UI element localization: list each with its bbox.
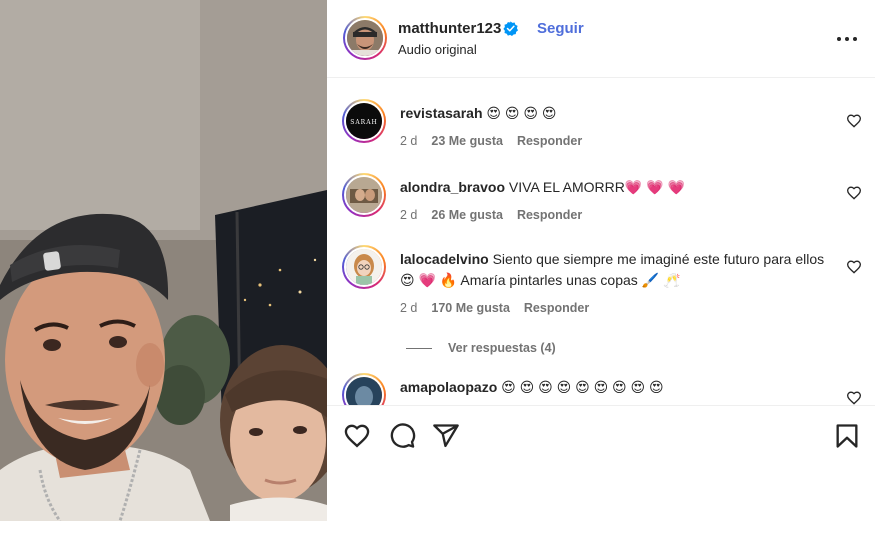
comment-likes[interactable]: 23 Me gusta — [431, 134, 503, 148]
verified-badge-icon — [503, 21, 518, 36]
comment-meta: 2 d 170 Me gusta Responder — [400, 301, 603, 315]
action-bar — [327, 405, 875, 465]
post-media[interactable] — [0, 0, 327, 521]
bookmark-icon[interactable] — [833, 422, 861, 450]
comment-likes[interactable]: 26 Me gusta — [431, 208, 503, 222]
comment-username[interactable]: lalocadelvino — [400, 251, 489, 267]
comment-age: 2 d — [400, 134, 418, 148]
comment-age: 2 d — [400, 301, 418, 315]
comment-username[interactable]: revistasarah — [400, 105, 483, 121]
comment-meta: 2 d 26 Me gusta Responder — [400, 208, 596, 222]
comment-icon[interactable] — [388, 422, 416, 450]
heart-icon[interactable] — [846, 259, 862, 275]
comment-age: 2 d — [400, 208, 418, 222]
audio-label[interactable]: Audio original — [398, 42, 477, 57]
author-avatar[interactable] — [343, 16, 387, 60]
commenter-avatar[interactable] — [342, 173, 386, 217]
reply-button[interactable]: Responder — [517, 208, 582, 222]
comments-list[interactable]: SARAH revistasarah 😍 😍 😍 😍 2 d 23 Me gust… — [327, 79, 875, 405]
follow-button[interactable]: Seguir — [537, 20, 584, 37]
heart-icon[interactable] — [846, 390, 862, 405]
commenter-avatar[interactable] — [342, 373, 386, 405]
reply-button[interactable]: Responder — [524, 301, 589, 315]
replies-divider — [406, 348, 432, 350]
share-icon[interactable] — [432, 422, 460, 450]
comment-text: alondra_bravoo VIVA EL AMORRR💗 💗 💗 — [400, 177, 840, 198]
heart-icon[interactable] — [846, 185, 862, 201]
post-panel: matthunter123 Seguir Audio original SARA… — [327, 0, 875, 559]
comment-body: 😍 😍 😍 😍 😍 😍 😍 😍 😍 — [501, 379, 664, 395]
comment-text: lalocadelvino Siento que siempre me imag… — [400, 249, 840, 291]
comment-likes[interactable]: 170 Me gusta — [431, 301, 510, 315]
comment-text: amapolaopazo 😍 😍 😍 😍 😍 😍 😍 😍 😍 — [400, 377, 840, 398]
commenter-avatar[interactable]: SARAH — [342, 99, 386, 143]
comment-body: VIVA EL AMORRR💗 💗 💗 — [508, 179, 685, 195]
comment-body: 😍 😍 😍 😍 — [486, 105, 557, 121]
comment-meta: 2 d 23 Me gusta Responder — [400, 134, 596, 148]
more-options-icon[interactable] — [835, 29, 859, 49]
comment-text: revistasarah 😍 😍 😍 😍 — [400, 103, 840, 124]
heart-icon[interactable] — [846, 113, 862, 129]
commenter-avatar[interactable] — [342, 245, 386, 289]
view-replies-label: Ver respuestas (4) — [448, 341, 556, 355]
post-header: matthunter123 Seguir Audio original — [327, 0, 875, 78]
view-replies-button[interactable]: Ver respuestas (4) — [406, 341, 556, 355]
author-username[interactable]: matthunter123 — [398, 20, 501, 37]
comment-username[interactable]: alondra_bravoo — [400, 179, 505, 195]
svg-text:SARAH: SARAH — [350, 119, 378, 126]
like-heart-icon[interactable] — [343, 422, 371, 450]
comment-username[interactable]: amapolaopazo — [400, 379, 497, 395]
reply-button[interactable]: Responder — [517, 134, 582, 148]
